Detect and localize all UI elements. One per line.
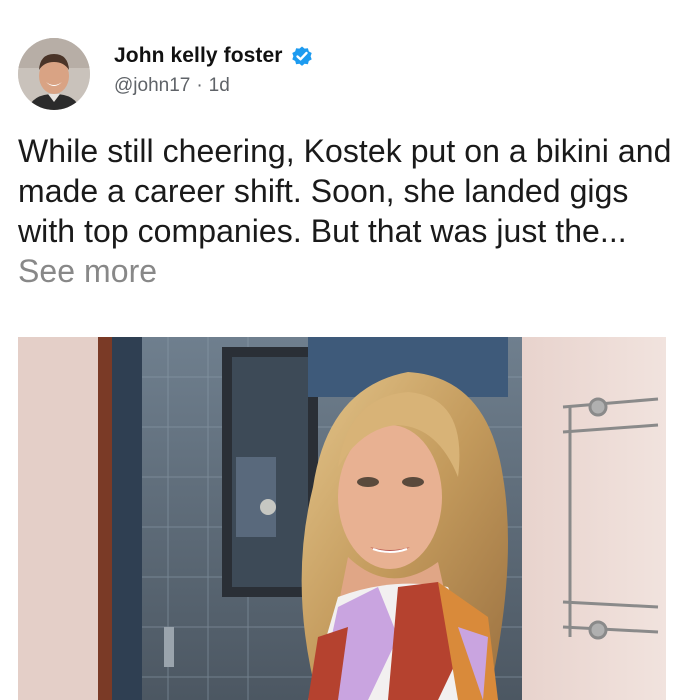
post-timestamp[interactable]: 1d	[209, 75, 230, 97]
post-photo	[18, 337, 666, 700]
meta-row: @john17 · 1d	[114, 73, 314, 99]
name-row: John kelly foster	[114, 39, 314, 73]
verified-badge-icon	[290, 44, 314, 68]
avatar-image	[18, 38, 90, 110]
meta-separator: ·	[196, 75, 203, 96]
author-name[interactable]: John kelly foster	[114, 44, 283, 68]
post-body-text: While still cheering, Kostek put on a bi…	[18, 133, 672, 249]
post-text: While still cheering, Kostek put on a bi…	[18, 131, 682, 291]
post-header: John kelly foster @john17 · 1d	[18, 36, 314, 112]
avatar[interactable]	[18, 38, 90, 110]
author-handle[interactable]: @john17	[114, 75, 190, 97]
post-media[interactable]	[18, 337, 666, 700]
see-more-link[interactable]: See more	[18, 253, 157, 289]
post-card: John kelly foster @john17 · 1d While sti…	[0, 0, 700, 700]
author-block: John kelly foster @john17 · 1d	[114, 39, 314, 99]
